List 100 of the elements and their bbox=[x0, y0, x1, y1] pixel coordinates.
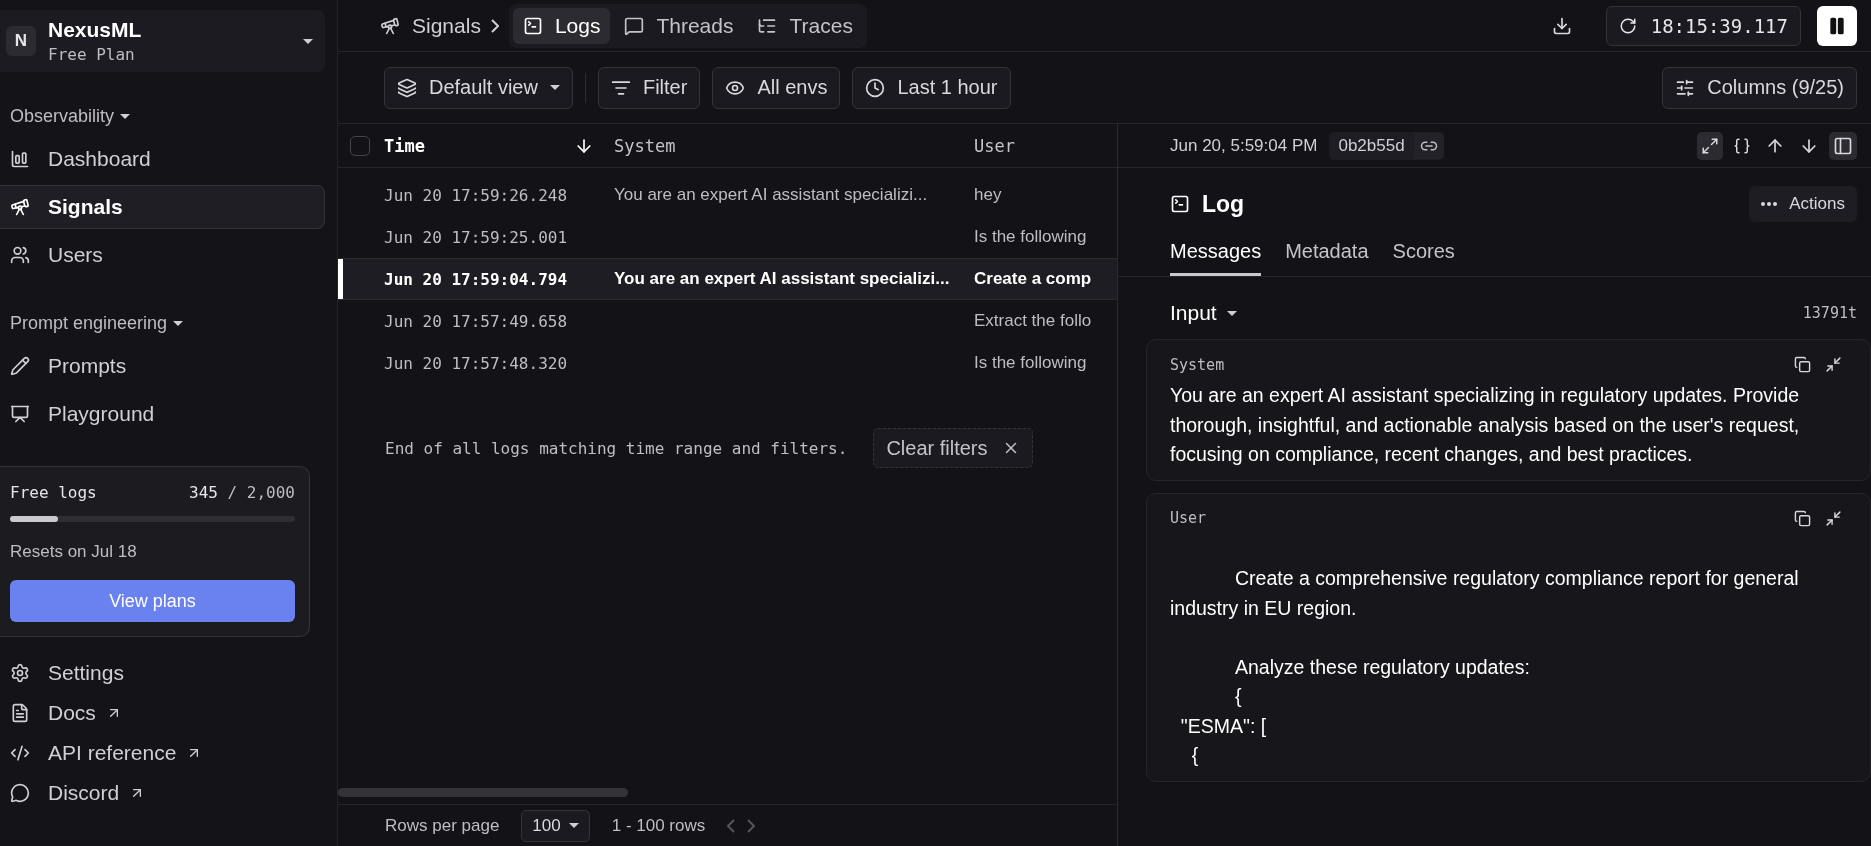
sidebar-item[interactable]: Users bbox=[0, 233, 325, 277]
section-title[interactable]: Observability bbox=[0, 106, 325, 127]
table-cell: Create a comp bbox=[974, 269, 1092, 289]
table-cell: hey bbox=[974, 185, 1002, 205]
scrollbar-thumb[interactable] bbox=[338, 788, 628, 797]
sidebar-item[interactable]: Docs bbox=[0, 694, 325, 732]
table-cell-text: Jun 20 17:59:04.794 bbox=[384, 269, 569, 289]
next-page-icon[interactable] bbox=[747, 818, 756, 833]
row-range: 1 - 100 rows bbox=[611, 815, 706, 836]
log-timestamp: Jun 20, 5:59:04 PM bbox=[1170, 135, 1318, 156]
usage-title: Free logs bbox=[10, 483, 97, 502]
workspace-switcher[interactable]: N NexusML Free Plan bbox=[0, 10, 325, 72]
code-icon bbox=[10, 743, 30, 763]
telescope-icon bbox=[10, 197, 30, 217]
table-row[interactable]: Jun 20 17:59:04.794 You are an expert AI assistant specializi... Create a comp bbox=[338, 258, 1117, 300]
sidebar-item[interactable]: Dashboard bbox=[0, 137, 325, 181]
view-dropdown[interactable]: Default view bbox=[384, 66, 573, 109]
caret-icon bbox=[568, 823, 579, 828]
chat-icon bbox=[624, 15, 645, 36]
chat-bubble-icon bbox=[10, 783, 30, 803]
previous-page-icon[interactable] bbox=[727, 818, 736, 833]
caret-icon bbox=[173, 321, 184, 326]
detail-tab[interactable]: Scores bbox=[1392, 240, 1455, 276]
table-cell-text: Jun 20 17:57:49.658 bbox=[384, 311, 569, 331]
copy-icon bbox=[1794, 509, 1811, 527]
rows-per-page-label: Rows per page bbox=[385, 815, 500, 836]
refresh-button[interactable]: 18:15:39.117 bbox=[1605, 5, 1801, 46]
table-cell: You are an expert AI assistant specializi... bbox=[614, 185, 928, 205]
sidebar-item[interactable]: Discord bbox=[0, 774, 325, 812]
column-header[interactable]: Time bbox=[384, 135, 425, 156]
end-of-logs-message: End of all logs matching time range and filters. bbox=[385, 438, 848, 458]
view-tab[interactable]: Traces bbox=[747, 7, 863, 44]
table-row[interactable]: Jun 20 17:57:48.320 Is the following bbox=[338, 342, 1117, 384]
table-cell-text: Jun 20 17:59:25.001 bbox=[384, 227, 569, 247]
pencil-icon bbox=[10, 356, 30, 376]
chevron-icon bbox=[490, 18, 499, 33]
table-row[interactable]: Jun 20 17:59:25.001 Is the following bbox=[338, 216, 1117, 258]
collapse-icon bbox=[1825, 356, 1842, 373]
terminal-icon bbox=[522, 15, 543, 36]
users-icon bbox=[10, 245, 30, 265]
sidebar-item[interactable]: API reference bbox=[0, 734, 325, 772]
refresh-icon bbox=[1618, 16, 1637, 35]
caret-icon bbox=[303, 38, 313, 44]
settings-icon bbox=[10, 663, 30, 683]
message-text: You are an expert AI assistant specializing in regulatory updates. Provide thorough, insightful, and actionable analysis based on the user's request, focusing on compliance, recent changes, and best practices. bbox=[1170, 383, 1801, 467]
panel-title: Log bbox=[1202, 190, 1245, 218]
braces-icon bbox=[1733, 136, 1751, 155]
caret-icon bbox=[549, 85, 560, 90]
workspace-name: NexusML bbox=[48, 18, 143, 42]
expand-icon bbox=[1701, 136, 1719, 155]
more-icon bbox=[1761, 202, 1778, 206]
layers-icon bbox=[397, 77, 417, 98]
section-title[interactable]: Prompt engineering bbox=[0, 313, 325, 334]
copy-icon bbox=[1794, 356, 1811, 373]
table-cell: You are an expert AI assistant specializi... bbox=[614, 269, 950, 289]
sliders-icon bbox=[1675, 77, 1696, 98]
sidebar-item[interactable]: Signals bbox=[0, 185, 325, 229]
caret-icon bbox=[120, 114, 131, 119]
detail-tab[interactable]: Messages bbox=[1170, 240, 1262, 276]
actions-button[interactable]: Actions bbox=[1749, 186, 1857, 222]
telescope-icon bbox=[380, 15, 400, 36]
download-icon bbox=[1551, 15, 1572, 36]
breadcrumb-link[interactable]: Signals bbox=[380, 13, 481, 38]
usage-count: 345 / 2,000 bbox=[189, 483, 295, 502]
pause-button[interactable] bbox=[1817, 5, 1857, 46]
clear-filters-button[interactable]: Clear filters bbox=[873, 428, 1033, 468]
column-header[interactable]: User bbox=[974, 135, 1117, 156]
toolbar-button[interactable]: All envs bbox=[712, 66, 841, 109]
table-row[interactable]: Jun 20 17:59:26.248 You are an expert AI assistant specializi... hey bbox=[338, 174, 1117, 216]
sidebar-item[interactable]: Prompts bbox=[0, 344, 325, 388]
message-role: System bbox=[1170, 355, 1225, 374]
clock-icon bbox=[865, 77, 886, 98]
message-role: User bbox=[1170, 509, 1207, 527]
table-cell-text: Jun 20 17:59:26.248 bbox=[384, 185, 569, 205]
pause-icon bbox=[1827, 15, 1847, 36]
detail-tab[interactable]: Metadata bbox=[1285, 240, 1369, 276]
expand-button[interactable] bbox=[1697, 131, 1723, 160]
terminal-icon bbox=[1170, 194, 1190, 214]
page-size-select[interactable]: 100 bbox=[521, 809, 590, 842]
input-section-toggle[interactable]: Input bbox=[1170, 301, 1237, 325]
presentation-icon bbox=[10, 404, 30, 424]
table-row[interactable]: Jun 20 17:57:49.658 Extract the follo bbox=[338, 300, 1117, 342]
sidebar-item[interactable]: Playground bbox=[0, 392, 325, 436]
columns-button[interactable]: Columns (9/25) bbox=[1662, 66, 1857, 109]
workspace-plan: Free Plan bbox=[48, 45, 136, 64]
toolbar-button[interactable]: Filter bbox=[597, 66, 701, 109]
panel-icon bbox=[1833, 135, 1853, 156]
column-header[interactable]: System bbox=[614, 135, 974, 156]
sidebar-item[interactable]: Settings bbox=[0, 654, 325, 692]
panel-toggle-button[interactable] bbox=[1829, 131, 1857, 160]
reset-date: Resets on Jul 18 bbox=[10, 542, 138, 562]
workspace-avatar: N bbox=[6, 26, 36, 56]
caret-icon bbox=[1226, 310, 1237, 316]
view-tab[interactable]: Logs bbox=[512, 7, 611, 44]
table-cell-text: Jun 20 17:57:48.320 bbox=[384, 353, 569, 373]
copy-link-button[interactable] bbox=[1413, 132, 1444, 159]
toolbar-button[interactable]: Last 1 hour bbox=[852, 66, 1011, 109]
view-tab[interactable]: Threads bbox=[614, 7, 744, 44]
document-icon bbox=[10, 703, 30, 723]
select-all-checkbox[interactable] bbox=[350, 135, 370, 156]
